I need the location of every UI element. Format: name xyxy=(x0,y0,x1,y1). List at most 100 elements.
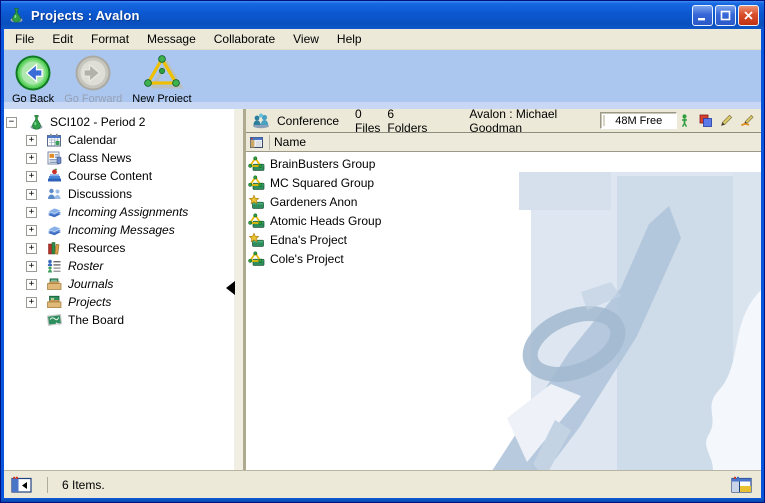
tree-item-label: Discussions xyxy=(68,187,132,201)
go-forward-button[interactable]: Go Forward xyxy=(64,54,122,105)
menu-item-collaborate[interactable]: Collaborate xyxy=(205,30,284,48)
list-item-label: BrainBusters Group xyxy=(270,157,375,171)
minimize-button[interactable] xyxy=(692,5,713,26)
tree-item-journals[interactable]: + Journals xyxy=(4,275,234,293)
tree-item-the-board[interactable]: The Board xyxy=(4,311,234,329)
menu-item-help[interactable]: Help xyxy=(328,30,371,48)
tree-expander[interactable]: + xyxy=(26,279,37,290)
overlap-windows-icon[interactable] xyxy=(698,113,713,128)
menu-item-file[interactable]: File xyxy=(6,30,43,48)
panel-toggle-icon[interactable] xyxy=(11,476,33,494)
tree-item-label: Calendar xyxy=(68,133,117,147)
tree-expander[interactable]: + xyxy=(26,243,37,254)
tree-expander[interactable]: + xyxy=(26,153,37,164)
attendee-icon[interactable] xyxy=(677,113,692,128)
tree-expander[interactable]: + xyxy=(26,189,37,200)
maximize-button[interactable] xyxy=(715,5,736,26)
go-forward-icon xyxy=(74,54,112,92)
tree-item-icon xyxy=(46,276,63,292)
go-back-button[interactable]: Go Back xyxy=(12,54,54,105)
tree-item-label: The Board xyxy=(68,313,124,327)
conference-panel: Conference 0 Files 6 Folders Avalon : Mi… xyxy=(246,109,761,470)
tree-item-icon xyxy=(46,294,63,310)
tree-item-label: Incoming Assignments xyxy=(68,205,188,219)
tree-expander[interactable]: + xyxy=(26,135,37,146)
collapse-arrow-icon[interactable] xyxy=(226,281,235,295)
tree-expander[interactable]: + xyxy=(26,297,37,308)
list-item-icon xyxy=(248,213,265,229)
close-button[interactable] xyxy=(738,5,759,26)
tree-item-incoming-messages[interactable]: + Incoming Messages xyxy=(4,221,234,239)
window-border-bottom xyxy=(1,498,764,502)
tree-item-label: Incoming Messages xyxy=(68,223,175,237)
tree-item-calendar[interactable]: + Calendar xyxy=(4,131,234,149)
tree-expander[interactable]: + xyxy=(26,225,37,236)
list-item-icon xyxy=(248,194,265,210)
menu-bar: FileEditFormatMessageCollaborateViewHelp xyxy=(2,29,763,50)
tree-panel: − SCI102 - Period 2 + Calendar + Class N… xyxy=(4,109,234,470)
list-item-label: Edna's Project xyxy=(270,233,347,247)
tree-item-incoming-assignments[interactable]: + Incoming Assignments xyxy=(4,203,234,221)
list-item-label: Cole's Project xyxy=(270,252,344,266)
list-item-cole-s-project[interactable]: Cole's Project xyxy=(246,249,761,268)
list-item-label: Gardeners Anon xyxy=(270,195,357,209)
conference-type-label: Conference xyxy=(277,114,339,128)
tree-expander xyxy=(26,315,37,326)
list-item-gardeners-anon[interactable]: Gardeners Anon xyxy=(246,192,761,211)
name-column-icon xyxy=(249,135,270,150)
menu-item-format[interactable]: Format xyxy=(82,30,138,48)
tree-item-discussions[interactable]: + Discussions xyxy=(4,185,234,203)
list-column-header[interactable]: Name xyxy=(246,133,761,152)
title-bar[interactable]: Projects : Avalon xyxy=(1,1,764,29)
new-project-button[interactable]: New Project xyxy=(132,54,191,105)
list-item-brainbusters-group[interactable]: BrainBusters Group xyxy=(246,154,761,173)
tree-item-sci102-period-2[interactable]: − SCI102 - Period 2 xyxy=(4,113,234,131)
account-label: Avalon : Michael Goodman xyxy=(469,109,572,135)
tree-item-label: SCI102 - Period 2 xyxy=(50,115,145,129)
menu-item-edit[interactable]: Edit xyxy=(43,30,82,48)
tree-item-label: Class News xyxy=(68,151,131,165)
menu-item-view[interactable]: View xyxy=(284,30,328,48)
list-item-icon xyxy=(248,175,265,191)
name-column-label: Name xyxy=(274,135,306,149)
tree-item-resources[interactable]: + Resources xyxy=(4,239,234,257)
list-item-icon xyxy=(248,156,265,172)
tree-item-icon xyxy=(28,114,45,130)
tree-item-icon xyxy=(46,150,63,166)
conference-icon xyxy=(251,112,271,129)
signature-pencil-icon[interactable] xyxy=(740,113,755,128)
list-item-mc-squared-group[interactable]: MC Squared Group xyxy=(246,173,761,192)
list-item-atomic-heads-group[interactable]: Atomic Heads Group xyxy=(246,211,761,230)
window-border-right xyxy=(761,29,764,502)
panel-splitter[interactable] xyxy=(234,109,246,470)
split-view-icon[interactable] xyxy=(731,476,753,494)
tree-item-label: Projects xyxy=(68,295,111,309)
main-content: − SCI102 - Period 2 + Calendar + Class N… xyxy=(4,109,761,470)
tree-item-icon xyxy=(46,186,63,202)
tree-expander[interactable]: + xyxy=(26,207,37,218)
tree-item-roster[interactable]: + Roster xyxy=(4,257,234,275)
tree-expander[interactable]: − xyxy=(6,117,17,128)
tree-item-label: Course Content xyxy=(68,169,152,183)
tree-expander[interactable]: + xyxy=(26,261,37,272)
app-window: Projects : Avalon FileEditFormatMessageC… xyxy=(0,0,765,503)
free-space-label: 48M Free xyxy=(615,115,662,127)
tree-expander[interactable]: + xyxy=(26,171,37,182)
pencil-icon[interactable] xyxy=(719,113,734,128)
tree-item-course-content[interactable]: + Course Content xyxy=(4,167,234,185)
list-item-edna-s-project[interactable]: Edna's Project xyxy=(246,230,761,249)
tree-item-class-news[interactable]: + Class News xyxy=(4,149,234,167)
folders-count: 6 Folders xyxy=(387,109,427,135)
flask-app-icon xyxy=(8,7,26,23)
menu-item-message[interactable]: Message xyxy=(138,30,205,48)
conference-action-icons xyxy=(677,113,755,128)
files-count: 0 Files xyxy=(355,109,380,135)
tree-item-label: Roster xyxy=(68,259,103,273)
file-list: BrainBusters Group MC Squared Group Gard… xyxy=(246,152,761,268)
list-item-icon xyxy=(248,232,265,248)
file-list-area: BrainBusters Group MC Squared Group Gard… xyxy=(246,152,761,470)
status-divider xyxy=(47,477,48,493)
tree-item-projects[interactable]: + Projects xyxy=(4,293,234,311)
tree-item-icon xyxy=(46,222,63,238)
list-item-icon xyxy=(248,251,265,267)
